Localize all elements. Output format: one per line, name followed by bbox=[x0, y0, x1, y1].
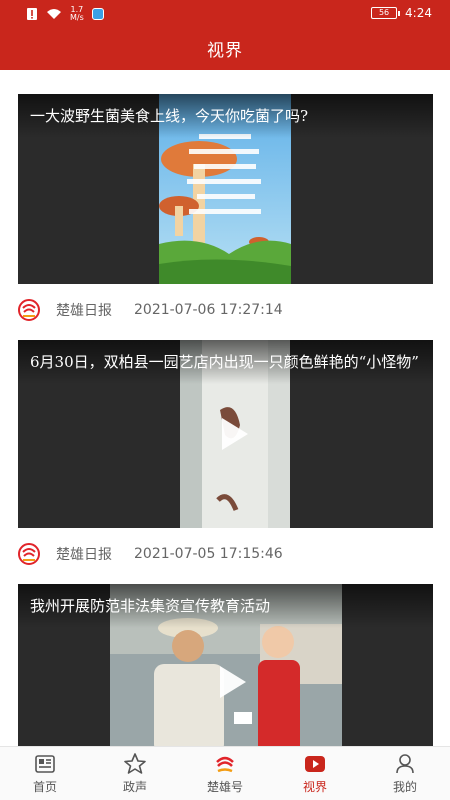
battery-icon: 56 bbox=[371, 7, 401, 19]
nav-label: 政声 bbox=[122, 780, 147, 794]
source-name: 楚雄日报 bbox=[56, 547, 112, 563]
source-logo-icon bbox=[18, 543, 40, 565]
top-bar: 1.7 M/s 56 4:24 视界 bbox=[0, 0, 450, 70]
page-title: 视界 bbox=[207, 41, 243, 61]
nav-vision[interactable]: 视界 bbox=[270, 747, 360, 800]
video-play-icon bbox=[305, 756, 325, 772]
news-icon bbox=[35, 755, 55, 773]
nav-label: 楚雄号 bbox=[206, 780, 243, 794]
video-feed[interactable]: 一大波野生菌美食上线，今天你吃菌了吗? 楚雄日报 2021-07-06 17:2… bbox=[0, 70, 450, 746]
user-icon bbox=[396, 754, 414, 774]
video-caption: 一大波野生菌美食上线，今天你吃菌了吗? bbox=[18, 94, 433, 138]
app-screen: 1.7 M/s 56 4:24 视界 一大波野生菌美食上线，今天你吃菌了吗? 楚… bbox=[0, 0, 450, 800]
nav-home[interactable]: 首页 bbox=[0, 747, 90, 800]
notification-app-icon bbox=[91, 8, 104, 20]
nav-label: 我的 bbox=[392, 780, 417, 794]
video-card[interactable]: 一大波野生菌美食上线，今天你吃菌了吗? bbox=[18, 94, 433, 284]
video-card[interactable]: 6月30日，双柏县一园艺店内出现一只颜色鲜艳的“小怪物” bbox=[18, 340, 433, 528]
chuxiong-logo-icon bbox=[216, 756, 234, 773]
video-caption: 6月30日，双柏县一园艺店内出现一只颜色鲜艳的“小怪物” bbox=[18, 340, 433, 384]
source-logo-icon bbox=[18, 299, 40, 321]
nav-chuxiong-hao[interactable]: 楚雄号 bbox=[180, 747, 270, 800]
video-meta: 楚雄日报 2021-07-06 17:27:14 bbox=[18, 292, 433, 328]
wifi-icon bbox=[47, 9, 61, 19]
source-name: 楚雄日报 bbox=[56, 303, 112, 319]
nav-label: 视界 bbox=[302, 780, 327, 794]
status-right: 56 4:24 bbox=[371, 6, 432, 20]
publish-datetime: 2021-07-06 17:27:14 bbox=[134, 302, 283, 318]
nav-politics[interactable]: 政声 bbox=[90, 747, 180, 800]
video-caption: 我州开展防范非法集资宣传教育活动 bbox=[18, 584, 433, 628]
nav-profile[interactable]: 我的 bbox=[360, 747, 450, 800]
play-icon[interactable] bbox=[208, 660, 252, 704]
nav-label: 首页 bbox=[32, 780, 57, 794]
bottom-nav: 首页 政声 楚雄号 视界 我的 bbox=[0, 746, 450, 800]
sim-alert-icon bbox=[27, 8, 37, 20]
play-icon[interactable] bbox=[210, 412, 254, 456]
video-meta: 楚雄日报 2021-07-05 17:15:46 bbox=[18, 536, 433, 572]
network-speed: 1.7 M/s bbox=[70, 5, 84, 22]
star-icon bbox=[124, 753, 146, 774]
clock: 4:24 bbox=[405, 6, 432, 20]
status-left: 1.7 M/s bbox=[26, 6, 104, 22]
publish-datetime: 2021-07-05 17:15:46 bbox=[134, 546, 283, 562]
video-card[interactable]: 我州开展防范非法集资宣传教育活动 bbox=[18, 584, 433, 746]
status-bar: 1.7 M/s 56 4:24 bbox=[0, 0, 450, 28]
